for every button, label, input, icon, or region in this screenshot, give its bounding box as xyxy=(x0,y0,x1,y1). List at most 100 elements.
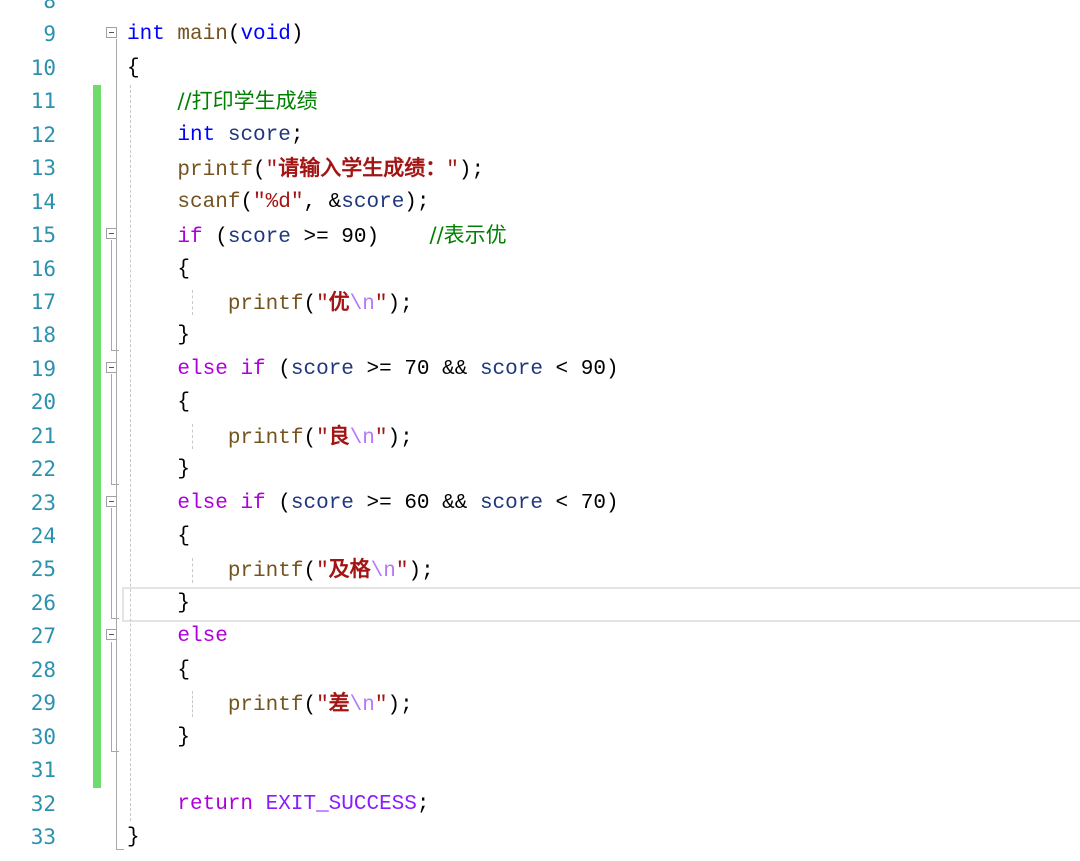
code-line[interactable]: 32 return EXIT_SUCCESS; xyxy=(0,788,1080,821)
line-number: 21 xyxy=(30,423,56,448)
code-lines: 8 9 int main(void) 10 {11 //打印学生成绩 12 int sco… xyxy=(0,0,1080,854)
code-line[interactable]: 24 { xyxy=(0,520,1080,554)
string-literal: "优\n" xyxy=(316,289,388,316)
code-line[interactable]: 31 xyxy=(0,754,1080,788)
line-number: 28 xyxy=(30,657,56,682)
change-indicator xyxy=(93,453,101,487)
line-number: 15 xyxy=(30,223,56,248)
change-indicator xyxy=(93,285,101,320)
fold-end-marker xyxy=(111,483,119,485)
code-line[interactable]: 23 else if (score >= 60 && score < 70) xyxy=(0,486,1080,520)
code-text: printf("优\n"); xyxy=(227,289,413,316)
code-text: int main(void) xyxy=(127,23,304,47)
code-line[interactable]: 30 } xyxy=(0,720,1080,755)
code-line[interactable]: 29 printf("差\n"); xyxy=(0,687,1080,721)
string-literal: "良\n" xyxy=(316,423,388,450)
code-line[interactable]: 9 int main(void) xyxy=(0,18,1080,51)
line-number: 27 xyxy=(30,624,56,649)
code-line[interactable]: 22 } xyxy=(0,453,1080,487)
comment: //表示优 xyxy=(429,223,507,248)
change-indicator xyxy=(93,152,101,186)
code-text: scanf("%d", &score); xyxy=(177,190,430,214)
line-number: 14 xyxy=(30,189,56,214)
indent-guide xyxy=(130,85,131,822)
code-text: else if (score >= 70 && score < 90) xyxy=(177,357,619,381)
code-text: //打印学生成绩 xyxy=(127,85,318,120)
line-number: 20 xyxy=(30,390,56,415)
line-number: 16 xyxy=(30,256,56,281)
code-text: printf("良\n"); xyxy=(227,423,413,450)
code-text: { xyxy=(127,257,191,281)
line-number: 26 xyxy=(30,590,56,615)
code-editor[interactable]: 8 9 int main(void) 10 {11 //打印学生成绩 12 int sco… xyxy=(0,0,1080,854)
fold-outline xyxy=(116,39,117,849)
line-number: 25 xyxy=(30,557,56,582)
code-line[interactable]: 19 else if (score >= 70 && score < 90) xyxy=(0,352,1080,387)
change-indicator xyxy=(93,252,101,286)
fold-outline xyxy=(111,373,112,484)
line-number: 18 xyxy=(30,323,56,348)
code-line[interactable]: 17 printf("优\n"); xyxy=(0,285,1080,320)
code-text: } xyxy=(127,725,191,749)
string-literal: "请输入学生成绩：" xyxy=(265,156,459,183)
code-line[interactable]: 13 printf("请输入学生成绩："); xyxy=(0,152,1080,186)
collapse-icon[interactable] xyxy=(106,27,117,39)
comment: //打印学生成绩 xyxy=(177,89,318,114)
string-literal: "差\n" xyxy=(316,691,388,718)
change-indicator xyxy=(93,720,101,755)
code-text: { xyxy=(127,391,191,415)
indent-guide xyxy=(192,691,193,717)
change-indicator xyxy=(93,754,101,788)
fold-end-marker xyxy=(116,848,124,850)
code-line[interactable]: 33} xyxy=(0,821,1080,854)
change-indicator xyxy=(93,653,101,688)
change-indicator xyxy=(93,85,101,119)
code-line[interactable]: 8 xyxy=(0,0,1080,18)
code-line[interactable]: 21 printf("良\n"); xyxy=(0,419,1080,454)
code-text: printf("及格\n"); xyxy=(227,557,434,584)
code-line[interactable]: 10 { xyxy=(0,52,1080,85)
code-line[interactable]: 11 //打印学生成绩 xyxy=(0,85,1080,120)
line-number: 13 xyxy=(30,156,56,181)
change-indicator xyxy=(93,386,101,420)
string-literal: "及格\n" xyxy=(316,557,409,584)
code-line[interactable]: 20 { xyxy=(0,386,1080,420)
string-literal: "%d" xyxy=(253,190,304,214)
line-number: 10 xyxy=(30,55,56,80)
indent-guide xyxy=(192,423,193,450)
line-number: 23 xyxy=(30,490,56,515)
code-text: if (score >= 90) //表示优 xyxy=(177,223,507,250)
change-indicator xyxy=(93,319,101,353)
fold-end-marker xyxy=(111,349,119,351)
change-indicator xyxy=(93,586,101,621)
line-number: 17 xyxy=(30,289,56,314)
code-text: } xyxy=(127,458,191,482)
fold-end-marker xyxy=(111,617,119,619)
code-line[interactable]: 18 } xyxy=(0,319,1080,353)
change-indicator xyxy=(93,219,101,253)
code-line[interactable]: 26 } xyxy=(0,586,1080,621)
code-line[interactable]: 27 else xyxy=(0,620,1080,654)
change-indicator xyxy=(93,185,101,220)
code-text: { xyxy=(127,56,140,80)
code-text: return EXIT_SUCCESS; xyxy=(177,792,430,816)
code-line[interactable]: 28 { xyxy=(0,653,1080,688)
change-indicator xyxy=(93,620,101,654)
line-number: 30 xyxy=(30,724,56,749)
code-line[interactable]: 15 if (score >= 90) //表示优 xyxy=(0,219,1080,253)
change-indicator xyxy=(93,553,101,587)
line-number: 9 xyxy=(43,22,56,47)
fold-outline xyxy=(111,507,112,618)
code-text: { xyxy=(127,658,191,682)
line-number: 12 xyxy=(30,122,56,147)
code-text: } xyxy=(127,591,191,615)
code-line[interactable]: 25 printf("及格\n"); xyxy=(0,553,1080,587)
code-line[interactable]: 12 int score; xyxy=(0,118,1080,153)
change-indicator xyxy=(93,520,101,554)
line-number: 32 xyxy=(30,791,56,816)
change-indicator xyxy=(93,687,101,721)
code-line[interactable]: 16 { xyxy=(0,252,1080,286)
code-line[interactable]: 14 scanf("%d", &score); xyxy=(0,185,1080,220)
change-indicator xyxy=(93,352,101,387)
change-indicator xyxy=(93,118,101,153)
